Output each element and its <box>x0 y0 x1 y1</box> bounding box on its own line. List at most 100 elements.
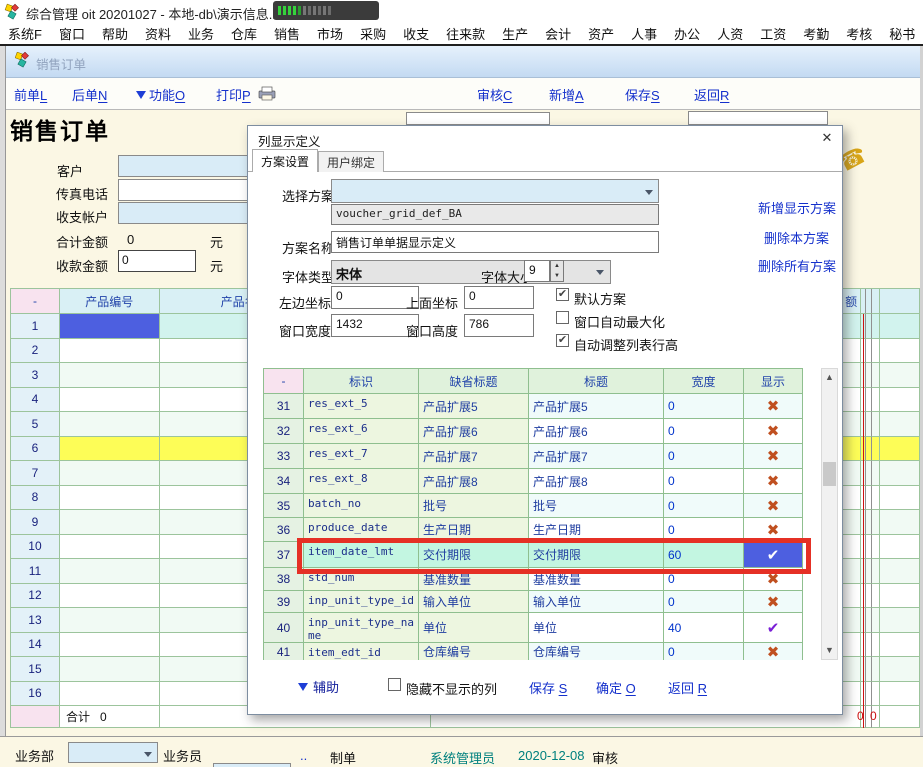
back-button[interactable]: 返回R <box>694 85 729 104</box>
field-id-cell[interactable]: batch_no <box>304 494 419 518</box>
product-no-cell[interactable] <box>60 486 160 511</box>
default-title-cell[interactable]: 产品扩展8 <box>419 469 529 494</box>
narrow-cell[interactable] <box>872 461 880 486</box>
row-number-cell[interactable]: 13 <box>11 608 60 633</box>
product-no-cell[interactable] <box>60 584 160 609</box>
title-cell[interactable]: 输入单位 <box>529 591 664 613</box>
narrow-cell[interactable] <box>872 412 880 437</box>
row-number-cell[interactable]: 2 <box>11 339 60 364</box>
print-button[interactable]: 打印P <box>216 85 251 104</box>
product-no-cell[interactable] <box>60 657 160 682</box>
trailing-cell[interactable] <box>880 608 920 633</box>
font-size-spinner[interactable]: ▲▼ <box>550 260 564 282</box>
trailing-cell[interactable] <box>880 584 920 609</box>
window-height-input[interactable]: 786 <box>464 314 534 337</box>
hide-columns-checkbox[interactable] <box>388 678 401 691</box>
narrow-cell[interactable] <box>872 584 880 609</box>
received-amount-input[interactable]: 0 <box>118 250 196 272</box>
menu-item-资料[interactable]: 资料 <box>145 24 171 43</box>
field-id-cell[interactable]: res_ext_8 <box>304 469 419 494</box>
customer-input[interactable] <box>118 155 248 177</box>
tab-plan-settings[interactable]: 方案设置 <box>252 149 318 172</box>
menu-item-销售[interactable]: 销售 <box>274 24 300 43</box>
dialog-save-button[interactable]: 保存 S <box>529 678 567 697</box>
show-x-cell[interactable]: ✖ <box>744 419 803 444</box>
select-plan-combobox[interactable] <box>331 179 659 203</box>
title-cell[interactable]: 单位 <box>529 613 664 643</box>
def-row-number-cell[interactable]: 39 <box>264 591 304 613</box>
menu-item-系统F[interactable]: 系统F <box>8 24 42 43</box>
narrow-cell[interactable] <box>872 339 880 364</box>
show-x-cell[interactable]: ✖ <box>744 643 803 660</box>
field-id-cell[interactable]: item_edt_id <box>304 643 419 660</box>
product-no-cell[interactable] <box>60 363 160 388</box>
show-x-cell[interactable]: ✖ <box>744 469 803 494</box>
title-cell[interactable]: 批号 <box>529 494 664 518</box>
trailing-cell[interactable] <box>880 633 920 658</box>
field-id-cell[interactable]: res_ext_7 <box>304 444 419 469</box>
row-number-cell[interactable]: 5 <box>11 412 60 437</box>
product-no-cell[interactable] <box>60 535 160 560</box>
product-no-cell[interactable] <box>60 510 160 535</box>
width-cell[interactable]: 0 <box>664 394 744 419</box>
show-x-cell[interactable]: ✖ <box>744 591 803 613</box>
narrow-cell[interactable] <box>872 633 880 658</box>
default-title-cell[interactable]: 输入单位 <box>419 591 529 613</box>
product-no-cell[interactable] <box>60 388 160 413</box>
trailing-cell[interactable] <box>880 510 920 535</box>
field-id-cell[interactable]: res_ext_6 <box>304 419 419 444</box>
printer-icon[interactable] <box>258 86 276 104</box>
prev-button[interactable]: 前单L <box>14 85 47 104</box>
menu-item-考勤[interactable]: 考勤 <box>803 24 829 43</box>
width-cell[interactable]: 0 <box>664 591 744 613</box>
title-cell[interactable]: 产品扩展8 <box>529 469 664 494</box>
default-title-cell[interactable]: 产品扩展6 <box>419 419 529 444</box>
row-number-cell[interactable]: 14 <box>11 633 60 658</box>
def-row-number-cell[interactable]: 33 <box>264 444 304 469</box>
width-cell[interactable]: 0 <box>664 643 744 660</box>
row-number-cell[interactable]: 10 <box>11 535 60 560</box>
trailing-cell[interactable] <box>880 682 920 707</box>
show-x-cell[interactable]: ✖ <box>744 394 803 419</box>
trailing-cell[interactable] <box>880 559 920 584</box>
def-row-number-cell[interactable]: 40 <box>264 613 304 643</box>
narrow-cell[interactable] <box>872 314 880 339</box>
menu-item-帮助[interactable]: 帮助 <box>102 24 128 43</box>
product-no-cell[interactable] <box>60 633 160 658</box>
scrollbar-thumb[interactable] <box>823 462 836 486</box>
menu-item-业务[interactable]: 业务 <box>188 24 214 43</box>
trailing-cell[interactable] <box>880 363 920 388</box>
font-type-combobox[interactable]: 宋体 <box>331 260 611 284</box>
add-plan-link[interactable]: 新增显示方案 <box>758 198 836 217</box>
trailing-cell[interactable] <box>880 388 920 413</box>
product-no-cell[interactable] <box>60 339 160 364</box>
narrow-cell[interactable] <box>872 535 880 560</box>
narrow-cell[interactable] <box>872 657 880 682</box>
assist-button[interactable]: 辅助 <box>298 677 339 696</box>
menu-item-人事[interactable]: 人事 <box>631 24 657 43</box>
menu-item-市场[interactable]: 市场 <box>317 24 343 43</box>
row-number-cell[interactable]: 9 <box>11 510 60 535</box>
show-x-cell[interactable]: ✖ <box>744 444 803 469</box>
product-no-cell[interactable] <box>60 412 160 437</box>
menu-item-仓库[interactable]: 仓库 <box>231 24 257 43</box>
width-cell[interactable]: 0 <box>664 494 744 518</box>
tab-user-binding[interactable]: 用户绑定 <box>318 151 384 172</box>
title-cell[interactable]: 产品扩展5 <box>529 394 664 419</box>
trailing-cell[interactable] <box>880 486 920 511</box>
more-dots-button[interactable]: .. <box>300 748 307 763</box>
menu-item-人资[interactable]: 人资 <box>717 24 743 43</box>
title-cell[interactable]: 产品扩展6 <box>529 419 664 444</box>
dialog-ok-button[interactable]: 确定 O <box>596 678 636 697</box>
def-row-number-cell[interactable]: 35 <box>264 494 304 518</box>
menu-item-往来款[interactable]: 往来款 <box>446 24 485 43</box>
row-number-cell[interactable]: 15 <box>11 657 60 682</box>
default-title-cell[interactable]: 批号 <box>419 494 529 518</box>
row-number-cell[interactable]: 3 <box>11 363 60 388</box>
function-button[interactable]: 功能O <box>136 85 185 104</box>
menu-item-窗口[interactable]: 窗口 <box>59 24 85 43</box>
partial-field-top-right[interactable] <box>688 111 828 125</box>
row-number-cell[interactable]: 11 <box>11 559 60 584</box>
trailing-cell[interactable] <box>880 437 920 462</box>
add-button[interactable]: 新增A <box>549 85 584 104</box>
